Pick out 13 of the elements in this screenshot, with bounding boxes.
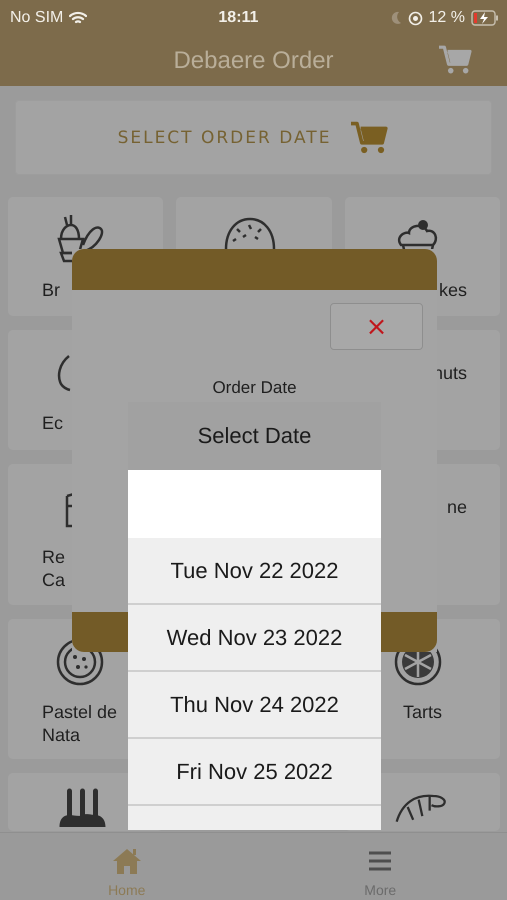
category-label: Re Ca (41, 546, 66, 592)
clock-time: 18:11 (218, 9, 258, 27)
category-label: Br (41, 279, 61, 302)
category-label: ne (446, 496, 468, 519)
category-label: Pastel de Nata (41, 701, 118, 747)
app-title: Debaere Order (173, 47, 334, 75)
category-label: kes (438, 279, 468, 302)
carrier-label: No SIM (10, 9, 64, 27)
category-label: Tarts (402, 701, 443, 724)
field-label: Order Date (212, 378, 297, 397)
category-label: Ec (41, 412, 64, 435)
battery-percent: 12 % (428, 9, 465, 27)
picker-title: Select Date (128, 402, 381, 470)
